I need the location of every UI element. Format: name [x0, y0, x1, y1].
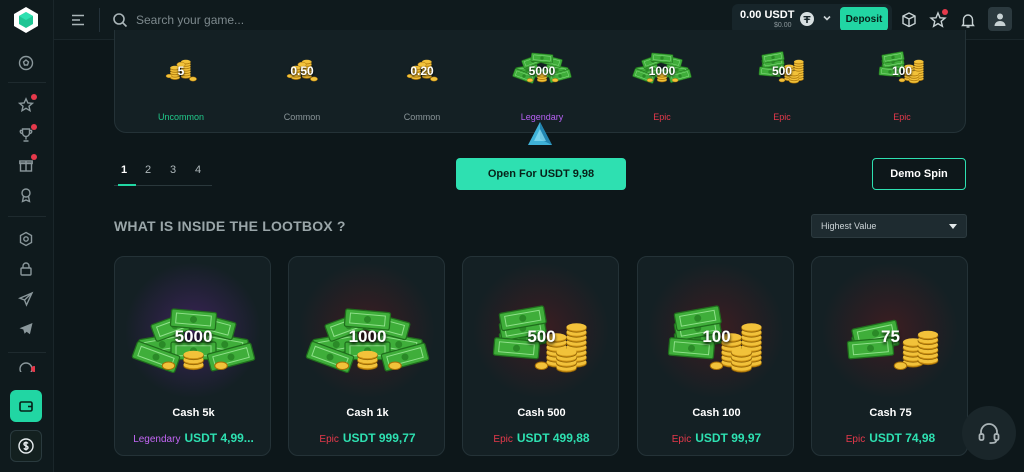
page-number[interactable]: 1	[118, 164, 130, 176]
wallet-button[interactable]	[10, 390, 42, 422]
card-footer: Epic USDT 499,88	[463, 431, 618, 445]
caret-down-icon	[949, 224, 957, 229]
reel-item: 500 Epic	[734, 40, 830, 126]
chevron-down-icon	[823, 15, 831, 21]
reel-item-rarity: Epic	[893, 112, 911, 122]
lootbox-item-card[interactable]: 5000 Cash 5k Legendary USDT 4,99...	[114, 256, 271, 456]
send-icon[interactable]	[17, 290, 35, 308]
reel-item-rarity: Common	[283, 112, 321, 122]
search-icon	[113, 13, 128, 28]
bell-icon[interactable]	[959, 11, 977, 29]
reel-item-value: 500	[771, 64, 793, 78]
reel-item-value: 5000	[528, 64, 556, 78]
page-number[interactable]: 2	[142, 164, 154, 176]
balance-fiat: $0.00	[774, 22, 792, 29]
wallet-icon	[19, 401, 33, 412]
reel-item-value: 0.20	[410, 64, 434, 78]
card-item-rarity: Epic	[671, 434, 692, 445]
reel-item-value: 1000	[648, 64, 676, 78]
lootbox-item-card[interactable]: 75 Cash 75 Epic USDT 74,98	[811, 256, 968, 456]
card-footer: Epic USDT 74,98	[812, 431, 967, 445]
currency-button[interactable]	[10, 430, 42, 462]
card-item-name: Cash 5k	[172, 407, 215, 419]
card-item-price: USDT 999,77	[342, 431, 416, 445]
card-item-value: 1000	[348, 327, 387, 346]
card-item-value: 5000	[174, 327, 213, 346]
demo-spin-button[interactable]: Demo Spin	[872, 158, 966, 190]
open-lootbox-button[interactable]: Open For USDT 9,98	[456, 158, 626, 190]
gift-icon[interactable]	[17, 154, 37, 174]
reel-pointer-icon	[528, 122, 552, 145]
card-item-name: Cash 75	[869, 407, 912, 419]
support-button[interactable]	[962, 406, 1016, 460]
reel-pager: 12 3 4	[114, 158, 212, 186]
soccer-ball-icon[interactable]	[17, 54, 35, 72]
reel-item-rarity: Epic	[773, 112, 791, 122]
medal-icon[interactable]	[17, 186, 35, 204]
card-item-name: Cash 500	[517, 407, 566, 419]
headset-icon	[978, 423, 1000, 444]
section-title: WHAT IS INSIDE THE LOOTBOX ?	[114, 218, 346, 234]
card-item-value: 75	[881, 327, 900, 346]
card-item-price: USDT 499,88	[516, 431, 590, 445]
tether-icon	[800, 12, 814, 26]
card-footer: Legendary USDT 4,99...	[115, 431, 270, 445]
user-icon	[994, 13, 1006, 26]
card-footer: Epic USDT 999,77	[289, 431, 444, 445]
active-page-indicator	[118, 184, 136, 186]
card-item-rarity: Legendary	[133, 434, 181, 445]
sidebar	[0, 0, 54, 472]
status-indicator-icon[interactable]	[17, 362, 35, 372]
reel-item: 100 Epic	[854, 40, 950, 126]
logo-icon[interactable]	[12, 6, 40, 34]
reel-item: 1000 Epic	[614, 40, 710, 126]
reel-item: 0.50 Common	[254, 40, 350, 126]
card-item-price: USDT 74,98	[869, 431, 936, 445]
reel-item-rarity: Common	[403, 112, 441, 122]
card-item-rarity: Epic	[319, 434, 339, 445]
card-item-name: Cash 100	[692, 407, 741, 419]
reel-item-value: 0.50	[290, 64, 314, 78]
reel-item-rarity: Epic	[653, 112, 671, 122]
reel-item-value: 100	[891, 64, 913, 78]
sort-dropdown[interactable]: Highest Value	[811, 214, 967, 238]
card-item-rarity: Epic	[493, 434, 513, 445]
app-root: 0.00 USDT $0.00 Deposit 5 Uncommon 0.50 Com…	[0, 0, 1024, 472]
reel-item: 5 Uncommon	[133, 40, 229, 126]
deposit-button[interactable]: Deposit	[840, 7, 888, 31]
card-item-price: USDT 99,97	[695, 431, 762, 445]
balance-amount: 0.00 USDT	[740, 9, 795, 21]
lootbox-reel: 5 Uncommon 0.50 Common 0.20 Common 5000 Legenda…	[114, 30, 966, 133]
cube-icon[interactable]	[900, 11, 918, 29]
menu-collapse-icon[interactable]	[70, 12, 86, 28]
avatar[interactable]	[988, 7, 1012, 31]
card-item-name: Cash 1k	[346, 407, 389, 419]
lock-icon[interactable]	[17, 260, 35, 278]
reel-item: 5000 Legendary	[494, 40, 590, 126]
card-item-value: 100	[702, 327, 731, 346]
reel-item: 0.20 Common	[374, 40, 470, 126]
lootbox-item-card[interactable]: 500 Cash 500 Epic USDT 499,88	[462, 256, 619, 456]
card-footer: Epic USDT 99,97	[638, 431, 793, 445]
page-number[interactable]: 4	[192, 164, 204, 176]
dollar-coin-icon	[18, 438, 34, 454]
favorites-star-icon[interactable]	[17, 94, 37, 114]
lootbox-item-card[interactable]: 100 Cash 100 Epic USDT 99,97	[637, 256, 794, 456]
reel-item-value: 5	[177, 64, 185, 78]
card-item-value: 500	[527, 327, 556, 346]
reel-item-rarity: Uncommon	[157, 112, 204, 122]
card-item-price: USDT 4,99...	[184, 431, 254, 445]
shield-hexagon-icon[interactable]	[17, 230, 35, 248]
sort-value: Highest Value	[821, 221, 877, 231]
card-item-rarity: Epic	[845, 434, 866, 445]
page-number[interactable]: 3	[167, 164, 179, 176]
lootbox-item-card[interactable]: 1000 Cash 1k Epic USDT 999,77	[288, 256, 445, 456]
favorites-icon[interactable]	[929, 9, 948, 29]
trophy-icon[interactable]	[17, 124, 37, 144]
telegram-icon[interactable]	[17, 320, 35, 338]
search-input[interactable]	[136, 9, 436, 31]
